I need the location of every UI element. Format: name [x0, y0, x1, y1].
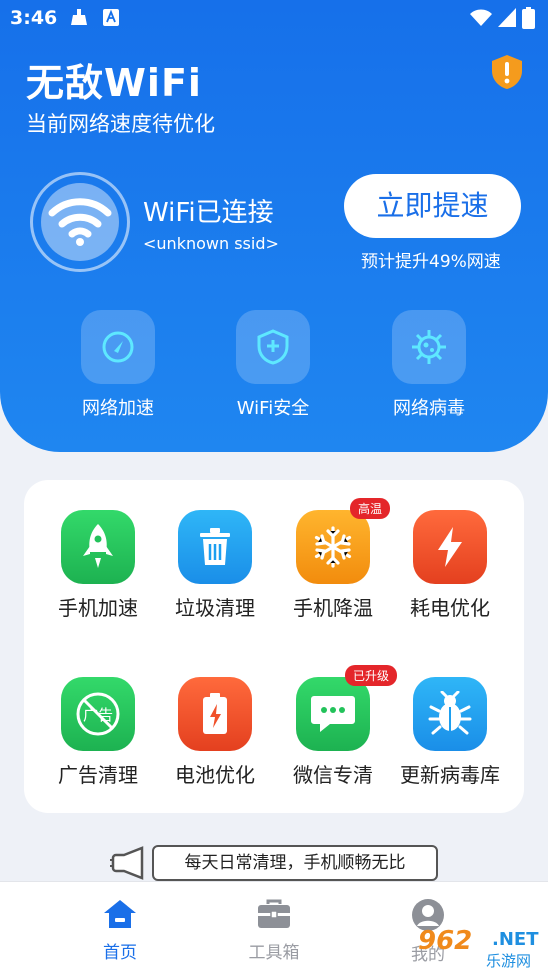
- tool-phone-speedup[interactable]: 手机加速: [39, 510, 157, 621]
- tool-label: 手机降温: [293, 596, 373, 620]
- home-icon: [104, 900, 136, 928]
- tool-wechat-clean[interactable]: 已升级 微信专清: [274, 665, 398, 788]
- quick-network-virus[interactable]: 网络病毒: [374, 310, 484, 420]
- quick-label: 网络病毒: [393, 398, 465, 419]
- boost-now-button[interactable]: 立即提速: [344, 174, 521, 238]
- notification-app-icon: [103, 9, 119, 26]
- tool-power-optimize[interactable]: 耗电优化: [391, 510, 509, 621]
- notification-clean-icon: [71, 9, 87, 25]
- tool-label: 耗电优化: [410, 596, 490, 620]
- watermark-suffix: .NET: [492, 929, 539, 950]
- tool-update-virus-db[interactable]: 更新病毒库: [391, 677, 509, 788]
- tool-label: 微信专清: [293, 763, 373, 787]
- status-bar: 3:46: [0, 0, 548, 38]
- battery-icon: [203, 693, 227, 734]
- lightning-icon: [438, 527, 462, 567]
- bug-icon: [428, 691, 472, 735]
- upgraded-badge: 已升级: [345, 665, 398, 686]
- high-temp-badge: 高温: [350, 498, 391, 519]
- app-title: 无敌WiFi: [26, 61, 202, 105]
- virus-icon: [412, 330, 446, 364]
- battery-status-icon: [522, 7, 535, 29]
- watermark-number: 962: [418, 926, 473, 956]
- tool-label: 垃圾清理: [175, 596, 255, 620]
- network-status-text: 当前网络速度待优化: [26, 112, 215, 136]
- chat-bubble-icon: [311, 696, 355, 732]
- watermark-text: 乐游网: [486, 952, 532, 970]
- tool-label: 手机加速: [58, 596, 138, 620]
- quick-network-speedup[interactable]: 网络加速: [63, 310, 173, 420]
- rocket-icon: [83, 524, 113, 568]
- wifi-status-circle: [30, 172, 130, 272]
- connection-status: WiFi已连接: [143, 198, 274, 228]
- security-warning-icon[interactable]: [490, 54, 524, 90]
- tool-ad-clean[interactable]: 广告 广告清理: [39, 677, 157, 788]
- ad-icon-text: 广告: [83, 706, 113, 724]
- boost-hint: 预计提升49%网速: [361, 252, 501, 272]
- quick-wifi-security[interactable]: WiFi安全: [218, 310, 328, 420]
- trash-icon: [200, 528, 230, 565]
- snowflake-icon: [314, 526, 352, 568]
- tip-banner: 每天日常清理，手机顺畅无比: [152, 845, 438, 881]
- hero-panel: 3:46 无敌WiFi 当前网络速度待优化 WiFi已连接 <unknown s…: [0, 0, 548, 452]
- tool-phone-cooldown[interactable]: 高温 手机降温: [274, 498, 392, 621]
- tools-card: 手机加速 垃圾清理 高温 手机降温 耗电优化 广告 广告清理 电池优化 已升级 …: [24, 480, 524, 813]
- quick-label: WiFi安全: [236, 398, 310, 419]
- signal-icon: [498, 8, 516, 27]
- tab-home[interactable]: 首页: [70, 898, 170, 963]
- quick-label: 网络加速: [82, 398, 154, 419]
- tool-battery-optimize[interactable]: 电池优化: [156, 677, 274, 788]
- tool-label: 电池优化: [175, 763, 255, 787]
- no-ad-icon: 广告: [76, 692, 120, 736]
- shield-plus-icon: [257, 329, 289, 365]
- status-time: 3:46: [10, 7, 58, 29]
- tab-toolbox[interactable]: 工具箱: [224, 898, 324, 963]
- wifi-status-icon: [470, 9, 492, 26]
- tab-label: 首页: [103, 943, 137, 963]
- toolbox-icon: [258, 899, 290, 928]
- tool-junk-clean[interactable]: 垃圾清理: [156, 510, 274, 621]
- wifi-icon: [48, 198, 112, 246]
- tab-label: 工具箱: [248, 943, 300, 963]
- megaphone-icon: [110, 846, 144, 880]
- tool-label: 广告清理: [58, 763, 138, 787]
- watermark-logo: 962 .NET 乐游网: [418, 926, 544, 970]
- speedometer-icon: [102, 331, 134, 363]
- tool-label: 更新病毒库: [400, 763, 500, 787]
- ssid-text: <unknown ssid>: [143, 234, 279, 253]
